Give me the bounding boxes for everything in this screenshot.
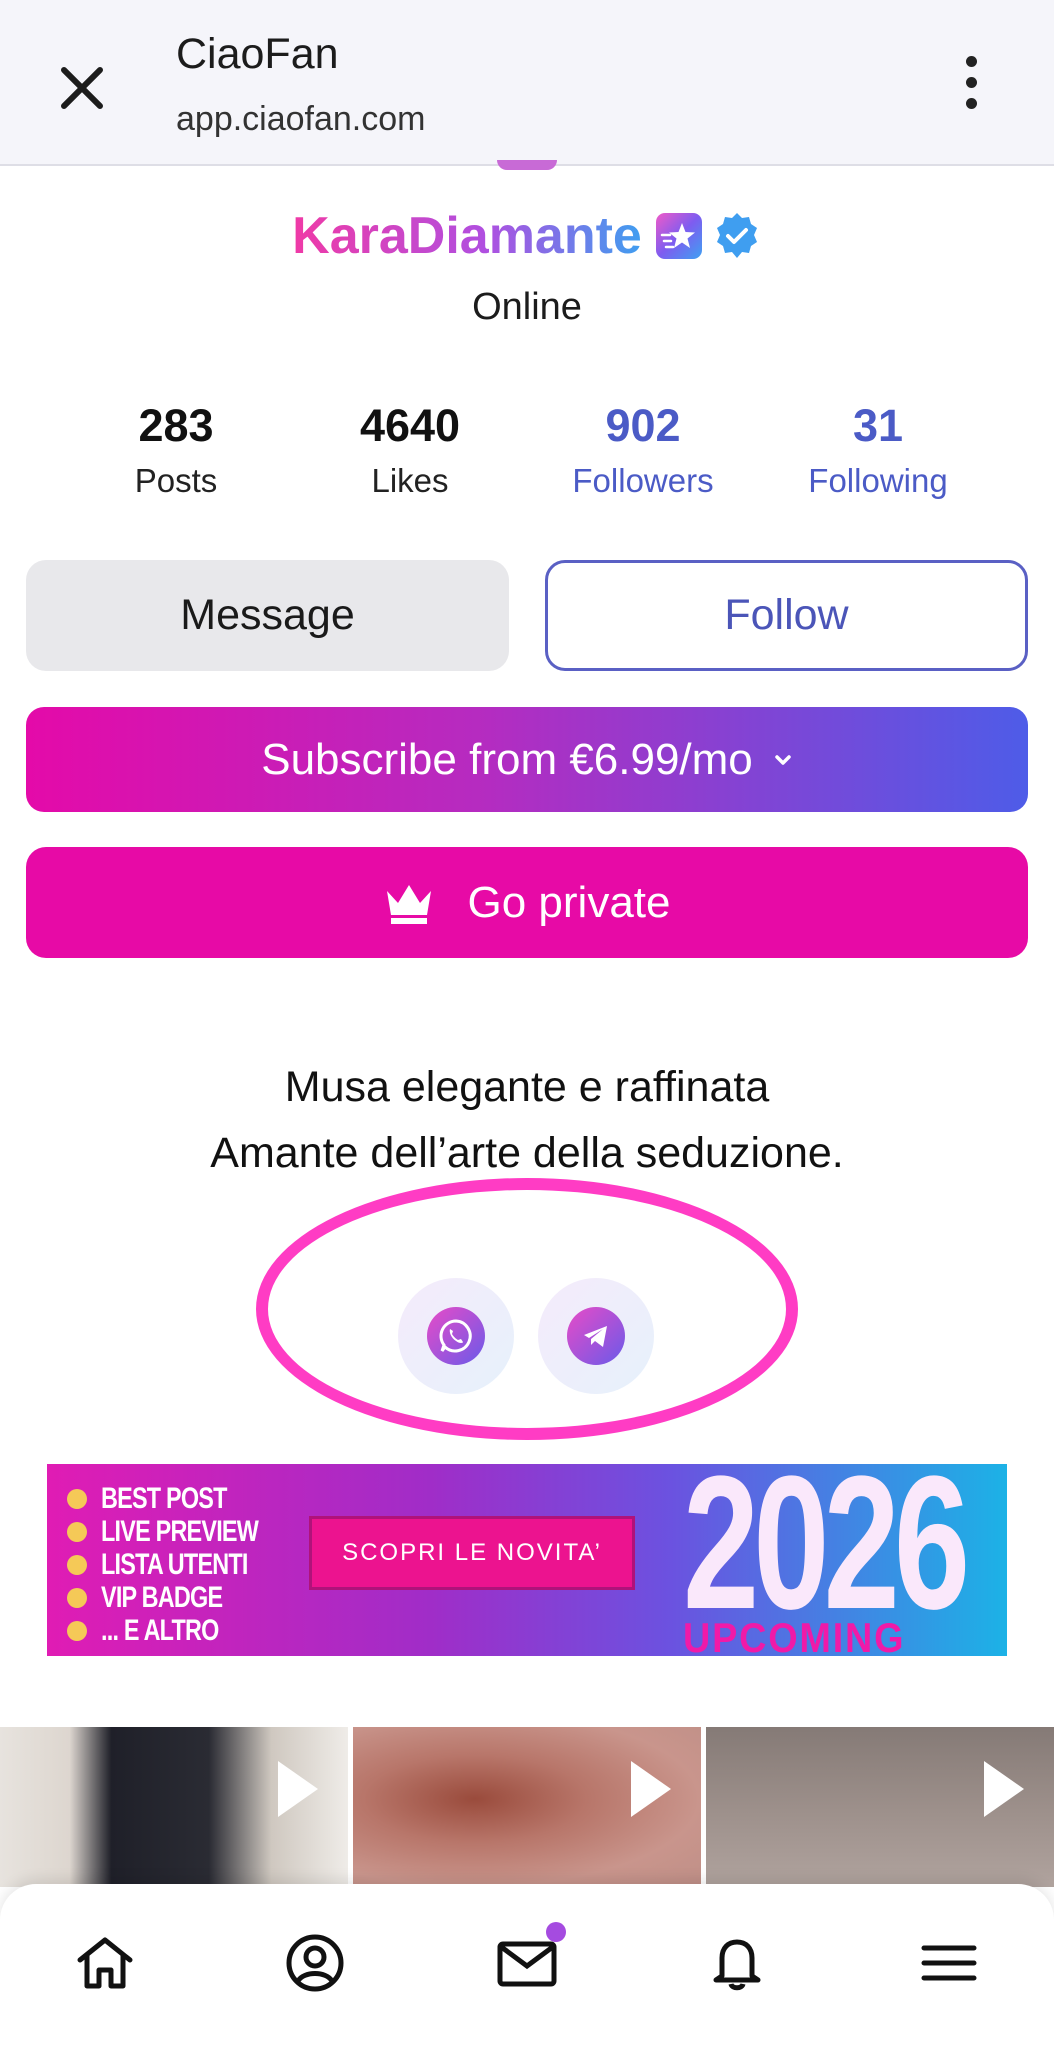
stat-label: Following: [808, 462, 948, 499]
site-url: app.ciaofan.com: [176, 100, 426, 138]
subscribe-label: Subscribe from €6.99/mo: [261, 734, 753, 784]
media-thumbnail[interactable]: [353, 1727, 701, 1887]
avatar[interactable]: [497, 160, 557, 170]
subscribe-button[interactable]: Subscribe from €6.99/mo: [26, 707, 1028, 812]
media-thumbnail[interactable]: [706, 1727, 1054, 1887]
stat-value: 902: [605, 400, 681, 451]
whatsapp-icon: [427, 1307, 485, 1365]
whatsapp-button[interactable]: [398, 1278, 514, 1394]
play-icon: [984, 1761, 1024, 1817]
chevron-down-icon: [775, 754, 791, 765]
profile-icon[interactable]: [280, 1928, 350, 1998]
stat-value: 4640: [359, 400, 461, 451]
play-icon: [278, 1761, 318, 1817]
close-icon[interactable]: [52, 58, 112, 118]
browser-bar: CiaoFan app.ciaofan.com: [0, 0, 1054, 166]
site-title: CiaoFan: [176, 30, 339, 78]
stat-label: Posts: [134, 462, 218, 499]
banner-feature: LIVE PREVIEW: [67, 1515, 302, 1548]
stat-value: 283: [138, 400, 214, 451]
home-icon[interactable]: [70, 1928, 140, 1998]
stat-following[interactable]: 31 Following: [778, 400, 978, 500]
stat-label: Likes: [371, 462, 449, 499]
bio-line: Musa elegante e raffinata: [284, 1063, 770, 1111]
menu-icon[interactable]: [914, 1928, 984, 1998]
profile-name-row: KaraDiamante: [0, 206, 1054, 266]
message-button[interactable]: Message: [26, 560, 509, 671]
bio-line: Amante dell’arte della seduzione.: [210, 1129, 844, 1177]
promo-banner[interactable]: BEST POST LIVE PREVIEW LISTA UTENTI VIP …: [47, 1464, 1007, 1656]
verified-icon: [716, 213, 757, 258]
stat-posts: 283 Posts: [76, 400, 276, 500]
profile-username: KaraDiamante: [292, 207, 642, 265]
online-status: Online: [472, 286, 582, 328]
highlight-annotation: [256, 1178, 798, 1440]
stat-likes: 4640 Likes: [310, 400, 510, 500]
banner-feature-list: BEST POST LIVE PREVIEW LISTA UTENTI VIP …: [67, 1482, 302, 1647]
go-private-label: Go private: [467, 877, 671, 927]
bottom-navigation: [0, 1884, 1054, 2048]
banner-year: 2026: [683, 1464, 970, 1649]
telegram-icon: [567, 1307, 625, 1365]
play-icon: [631, 1761, 671, 1817]
star-badge-icon: [655, 213, 702, 259]
stat-value: 31: [852, 400, 904, 451]
banner-tag: UPCOMING: [683, 1614, 906, 1656]
banner-cta-button[interactable]: SCOPRI LE NOVITA’: [309, 1516, 635, 1590]
media-thumbnail[interactable]: [0, 1727, 348, 1887]
banner-feature: LISTA UTENTI: [67, 1548, 302, 1581]
stat-followers[interactable]: 902 Followers: [543, 400, 743, 500]
go-private-button[interactable]: Go private: [26, 847, 1028, 958]
stat-label: Followers: [572, 462, 714, 499]
bell-icon[interactable]: [702, 1928, 772, 1998]
telegram-button[interactable]: [538, 1278, 654, 1394]
follow-button[interactable]: Follow: [545, 560, 1028, 671]
banner-feature: VIP BADGE: [67, 1581, 302, 1614]
more-vertical-icon[interactable]: [956, 56, 986, 112]
banner-feature: BEST POST: [67, 1482, 302, 1515]
notification-dot: [546, 1922, 566, 1942]
banner-feature: ... E ALTRO: [67, 1614, 302, 1647]
crown-icon: [386, 884, 431, 924]
mail-icon[interactable]: [492, 1922, 566, 1998]
profile-bio: Musa elegante e raffinata Amante dell’ar…: [0, 1054, 1054, 1186]
